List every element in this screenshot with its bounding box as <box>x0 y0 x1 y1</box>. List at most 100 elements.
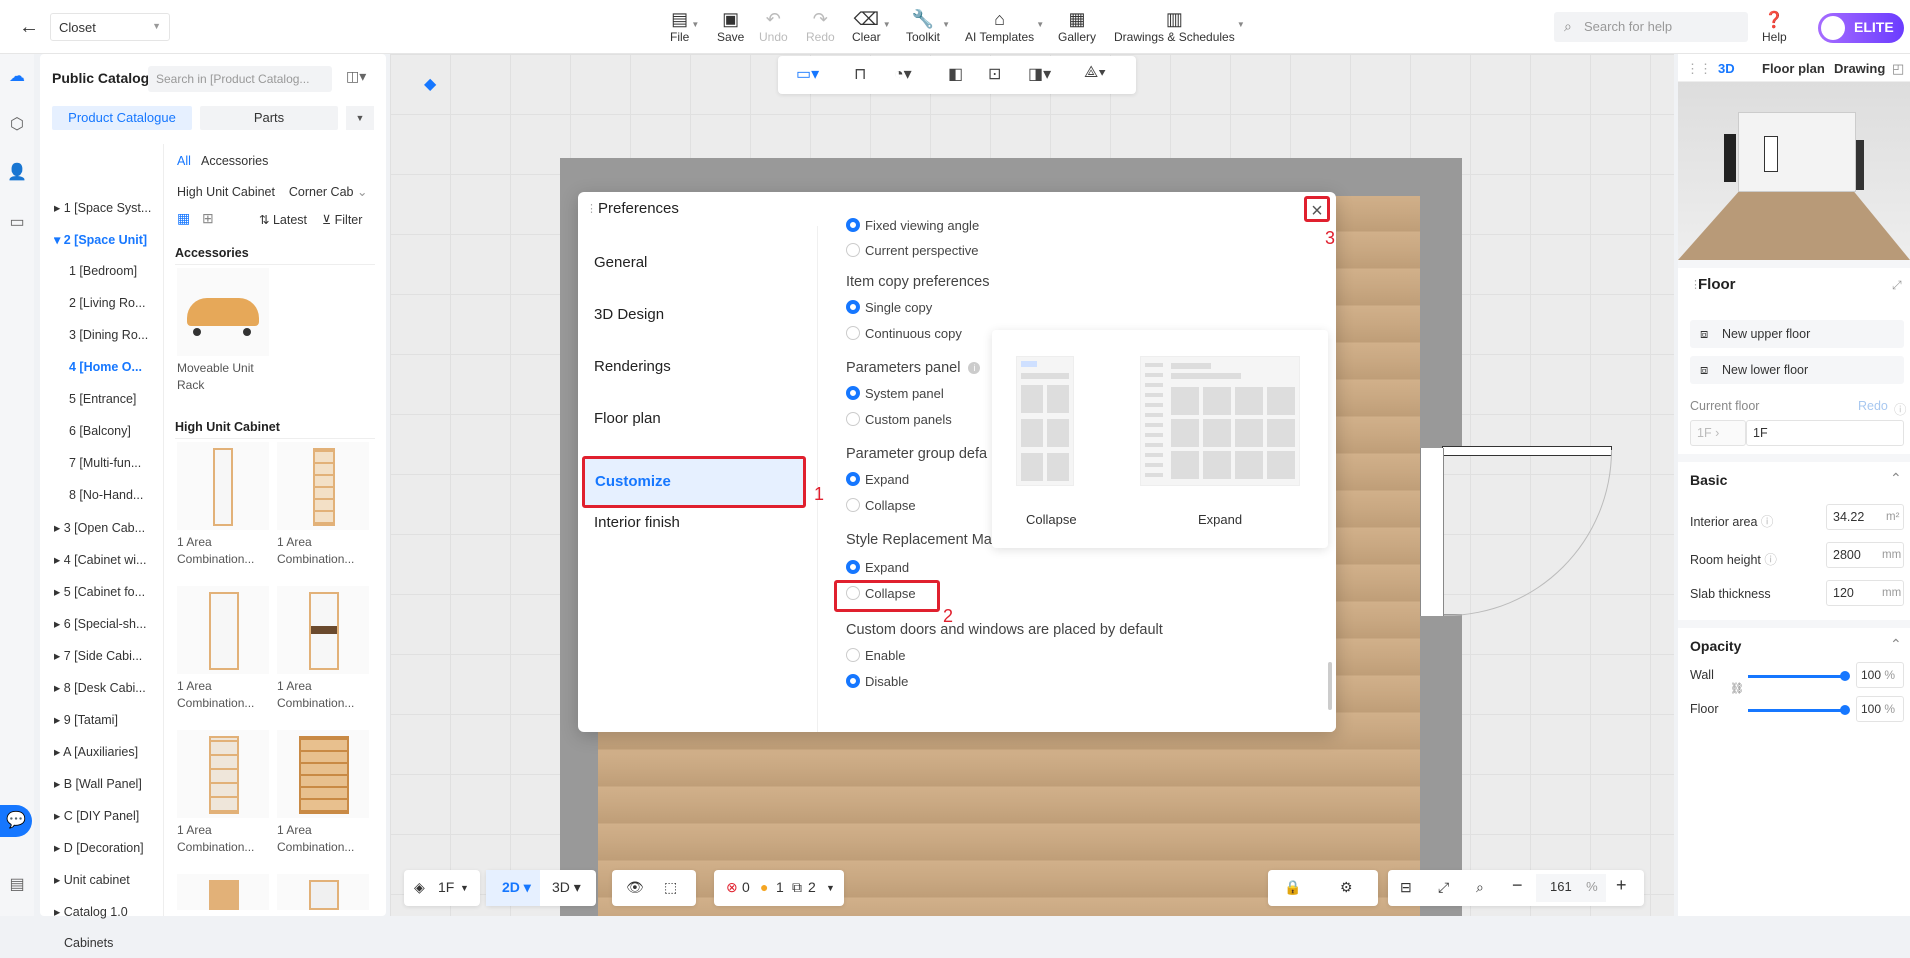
tree-item[interactable]: Cabinets <box>64 936 188 958</box>
slider-knob[interactable] <box>1840 705 1850 715</box>
file-button[interactable]: ▤ File ▼ <box>670 8 699 44</box>
option-fixed-viewing-angle[interactable]: Fixed viewing angle <box>846 218 979 233</box>
measure-icon[interactable]: ⟁▾ <box>1084 64 1106 82</box>
close-button[interactable]: × <box>1304 196 1330 222</box>
panel-layout-icon[interactable]: ◫▾ <box>346 68 366 85</box>
collapse-icon[interactable]: ⌃ <box>1890 636 1902 653</box>
toolkit-button[interactable]: 🔧 Toolkit ▼ <box>906 8 950 44</box>
tab-product-catalogue[interactable]: Product Catalogue <box>52 106 192 130</box>
tab-drawing[interactable]: Drawing <box>1834 61 1885 76</box>
drawings-schedules-button[interactable]: ▥ Drawings & Schedules ▼ <box>1114 8 1245 44</box>
select-mode-icon[interactable]: ▭▾ <box>796 64 819 84</box>
dialog-scrollbar[interactable] <box>1328 662 1332 710</box>
model-icon[interactable]: ⬡ <box>6 114 28 136</box>
3d-preview[interactable] <box>1678 82 1910 260</box>
tree-item[interactable]: ▸ B [Wall Panel] <box>54 776 178 798</box>
elite-toggle[interactable]: ELITE <box>1818 13 1904 43</box>
tree-item[interactable]: 5 [Entrance] <box>69 392 193 414</box>
expand-icon[interactable]: ⤢ <box>1892 278 1902 293</box>
nav-3d-design[interactable]: 3D Design <box>594 306 664 323</box>
tree-item[interactable]: 4 [Home O... <box>69 360 193 382</box>
expand-icon[interactable]: ◰ <box>1892 61 1904 77</box>
tree-item[interactable]: 1 [Bedroom] <box>69 264 193 286</box>
nav-floor-plan[interactable]: Floor plan <box>594 410 661 427</box>
tree-item[interactable]: ▸ 9 [Tatami] <box>54 712 178 734</box>
cube-icon[interactable]: ⬚ <box>664 879 677 896</box>
floor-opacity-slider[interactable] <box>1748 709 1844 712</box>
floor-select[interactable]: 1F › <box>1690 420 1746 446</box>
drag-handle-icon[interactable]: ⋮⋮ <box>1686 61 1712 77</box>
catalog-search-input[interactable]: Search in [Product Catalog... <box>148 66 332 92</box>
product-card[interactable]: Moveable Unit Rack <box>177 268 269 394</box>
back-arrow-icon[interactable]: ← <box>16 14 42 40</box>
tree-item[interactable]: 8 [No-Hand... <box>69 488 193 510</box>
mirror-icon[interactable]: ◧ <box>948 64 963 84</box>
option-disable[interactable]: Disable <box>846 674 908 689</box>
product-card[interactable] <box>277 874 369 910</box>
wall-opacity-slider[interactable] <box>1748 675 1844 678</box>
project-selector[interactable]: Closet ▼ <box>50 13 170 41</box>
save-button[interactable]: ▣ Save <box>717 8 744 44</box>
tree-item[interactable]: ▸ 3 [Open Cab... <box>54 520 178 542</box>
option-system-panel[interactable]: System panel <box>846 386 944 401</box>
zoom-out-button[interactable]: − <box>1512 875 1523 896</box>
catalog-icon[interactable]: ☁ <box>6 66 28 88</box>
option-continuous-copy[interactable]: Continuous copy <box>846 326 962 341</box>
focus-icon[interactable]: ⊡ <box>988 64 1001 84</box>
mode-2d-button[interactable]: 2D ▾ <box>486 870 540 906</box>
tree-item[interactable]: ▸ D [Decoration] <box>54 840 178 862</box>
eye-icon[interactable]: 👁 <box>626 879 644 896</box>
filter-button[interactable]: ⊻ Filter <box>322 212 362 227</box>
ai-templates-button[interactable]: ⌂ AI Templates ▼ <box>965 8 1044 44</box>
new-upper-floor-button[interactable]: ⧈ New upper floor <box>1690 320 1904 348</box>
grid-large-icon[interactable]: ⊞ <box>202 210 214 227</box>
tab-floor-plan[interactable]: Floor plan <box>1762 61 1825 76</box>
tab-parts[interactable]: Parts <box>200 106 338 130</box>
product-card[interactable] <box>177 874 269 910</box>
help-button[interactable]: ❓ Help <box>1762 10 1787 44</box>
mode-3d-button[interactable]: 3D ▾ <box>552 879 581 896</box>
tree-item[interactable]: ▸ 5 [Cabinet fo... <box>54 584 178 606</box>
product-card[interactable]: 1 Area Combination... <box>277 730 369 856</box>
user-icon[interactable]: 👤 <box>6 162 28 184</box>
tree-item[interactable]: ▸ 7 [Side Cabi... <box>54 648 178 670</box>
tab-3d[interactable]: 3D <box>1718 61 1735 76</box>
layout-icon[interactable]: ▤ <box>6 874 28 896</box>
product-card[interactable]: 1 Area Combination... <box>277 586 369 712</box>
lock-icon[interactable]: 🔒 <box>1284 879 1301 896</box>
tree-item[interactable]: ▸ 4 [Cabinet wi... <box>54 552 178 574</box>
redo-link[interactable]: Redo <box>1858 399 1888 413</box>
zoom-in-button[interactable]: + <box>1616 875 1627 896</box>
option-group-collapse[interactable]: Collapse <box>846 498 916 513</box>
settings-toggle-icon[interactable]: ⚙ <box>1340 879 1353 896</box>
filter-all[interactable]: All <box>177 154 191 168</box>
option-custom-panels[interactable]: Custom panels <box>846 412 952 427</box>
tree-item[interactable]: ▸ A [Auxiliaries] <box>54 744 178 766</box>
collapse-icon[interactable]: ⌃ <box>1890 470 1902 487</box>
nav-general[interactable]: General <box>594 254 647 271</box>
tree-item[interactable]: ▸ 8 [Desk Cabi... <box>54 680 178 702</box>
floor-name-input[interactable]: 1F <box>1746 420 1904 446</box>
product-card[interactable]: 1 Area Combination... <box>177 586 269 712</box>
zoom-input[interactable]: 161 % <box>1536 874 1606 902</box>
sort-latest[interactable]: ⇅ Latest <box>259 212 307 227</box>
tree-item[interactable]: ▸ C [DIY Panel] <box>54 808 178 830</box>
tree-item[interactable]: ▸ Catalog 1.0 <box>54 904 178 926</box>
magnet-icon[interactable]: ◔▾ <box>894 64 912 84</box>
tree-item[interactable]: 7 [Multi-fun... <box>69 456 193 478</box>
align-icon[interactable]: ◨▾ <box>1028 64 1051 84</box>
tree-item[interactable]: ▸ 6 [Special-sh... <box>54 616 178 638</box>
undo-button[interactable]: ↶ Undo <box>759 8 788 44</box>
option-current-perspective[interactable]: Current perspective <box>846 243 978 258</box>
product-card[interactable]: 1 Area Combination... <box>177 730 269 856</box>
gallery-button[interactable]: ▦ Gallery <box>1058 8 1096 44</box>
nav-renderings[interactable]: Renderings <box>594 358 671 375</box>
redo-button[interactable]: ↷ Redo <box>806 8 835 44</box>
fit-view-icon[interactable]: ⊟ <box>1400 879 1412 896</box>
brush-icon[interactable]: ⊓ <box>854 64 866 84</box>
slider-knob[interactable] <box>1840 671 1850 681</box>
filter-accessories[interactable]: Accessories <box>201 154 268 168</box>
status-indicators[interactable]: ⊗ 0 ● 1 ⧉ 2 ▼ <box>714 870 844 906</box>
tree-item[interactable]: ▸ Unit cabinet <box>54 872 178 894</box>
tree-item[interactable]: ▸ 1 [Space Syst... <box>54 200 178 222</box>
